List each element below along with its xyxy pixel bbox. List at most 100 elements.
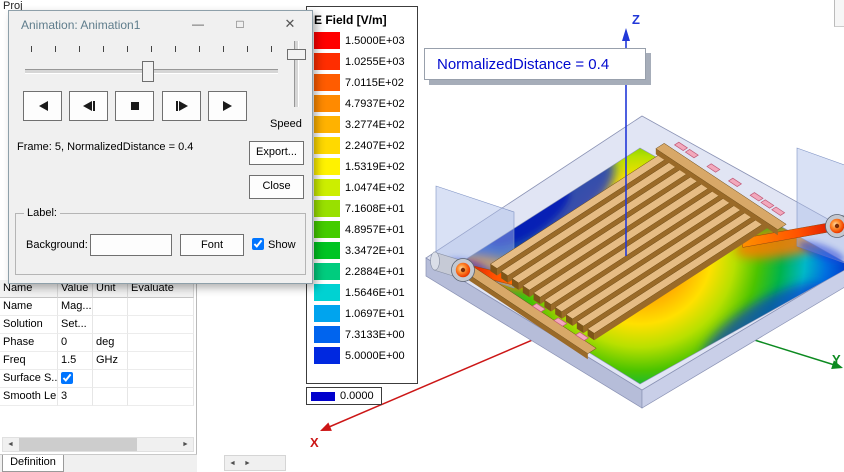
export-button[interactable]: Export... bbox=[249, 141, 304, 165]
scroll-left-icon[interactable]: ◄ bbox=[3, 438, 18, 451]
table-row[interactable]: Smooth Le... 3 bbox=[0, 388, 196, 406]
close-button[interactable]: Close bbox=[249, 175, 304, 199]
legend-color-swatch bbox=[314, 326, 340, 343]
application-window: Z X Y NormalizedDistance = 0.4 E Field [… bbox=[0, 0, 844, 472]
speed-slider-thumb[interactable] bbox=[287, 49, 306, 60]
scrollbar-track[interactable] bbox=[18, 438, 178, 451]
prop-evaluated[interactable] bbox=[128, 352, 194, 370]
legend-color-swatch bbox=[314, 305, 340, 322]
prop-evaluated[interactable] bbox=[128, 298, 194, 316]
properties-panel: Name Value Unit Evaluate Name Mag... Sol… bbox=[0, 278, 197, 472]
step-forward-button[interactable] bbox=[162, 91, 201, 121]
legend-value: 7.1608E+01 bbox=[345, 203, 405, 215]
prop-name[interactable]: Smooth Le... bbox=[0, 388, 58, 406]
step-back-button[interactable] bbox=[69, 91, 108, 121]
legend-color-swatch bbox=[314, 242, 340, 259]
legend-value: 2.2407E+02 bbox=[345, 140, 405, 152]
normalized-distance-label[interactable]: NormalizedDistance = 0.4 bbox=[424, 48, 646, 80]
scroll-right-icon[interactable]: ► bbox=[178, 438, 193, 451]
speed-label: Speed bbox=[270, 118, 302, 130]
legend-value: 7.0115E+02 bbox=[345, 77, 404, 89]
close-icon[interactable]: ✕ bbox=[277, 14, 303, 34]
viewport-scroll-fragment[interactable]: ◄ ► bbox=[224, 455, 286, 471]
prop-value[interactable]: 0 bbox=[58, 334, 93, 352]
prop-name[interactable]: Freq bbox=[0, 352, 58, 370]
legend-entry: 3.2774E+02 bbox=[314, 114, 417, 135]
table-row[interactable]: Name Mag... bbox=[0, 298, 196, 316]
legend-color-swatch bbox=[314, 137, 340, 154]
prop-evaluated[interactable] bbox=[128, 334, 194, 352]
port-plane-right bbox=[797, 148, 844, 267]
frame-slider-thumb[interactable] bbox=[142, 61, 154, 82]
prop-value[interactable]: Mag... bbox=[58, 298, 93, 316]
annotation-text: NormalizedDistance = 0.4 bbox=[437, 56, 609, 73]
prop-unit[interactable] bbox=[93, 370, 128, 388]
play-forward-icon bbox=[221, 100, 235, 112]
animation-dialog[interactable]: Animation: Animation1 — □ ✕ Speed Frame:… bbox=[8, 10, 313, 284]
stop-button[interactable] bbox=[115, 91, 154, 121]
play-reverse-button[interactable] bbox=[23, 91, 62, 121]
scrollbar-thumb[interactable] bbox=[19, 438, 137, 451]
minimize-icon[interactable]: — bbox=[185, 14, 211, 34]
legend-entry: 7.0115E+02 bbox=[314, 72, 417, 93]
legend-value: 1.0474E+02 bbox=[345, 182, 405, 194]
step-forward-icon bbox=[175, 100, 189, 112]
legend-value: 4.8957E+01 bbox=[345, 224, 405, 236]
legend-entry: 1.5000E+03 bbox=[314, 30, 417, 51]
panel-fragment bbox=[834, 0, 844, 27]
maximize-icon[interactable]: □ bbox=[227, 14, 253, 34]
legend-value: 1.5319E+02 bbox=[345, 161, 405, 173]
prop-value[interactable]: Set... bbox=[58, 316, 93, 334]
legend-color-swatch bbox=[314, 53, 340, 70]
legend-entry: 4.7937E+02 bbox=[314, 93, 417, 114]
prop-unit[interactable] bbox=[93, 298, 128, 316]
table-row[interactable]: Surface S... bbox=[0, 370, 196, 388]
table-row[interactable]: Freq 1.5 GHz bbox=[0, 352, 196, 370]
show-label-checkbox[interactable] bbox=[252, 238, 264, 250]
prop-unit[interactable]: GHz bbox=[93, 352, 128, 370]
font-button[interactable]: Font bbox=[180, 234, 244, 256]
legend-color-swatch bbox=[314, 347, 340, 364]
background-color-button[interactable] bbox=[90, 234, 172, 256]
legend-color-swatch bbox=[314, 221, 340, 238]
prop-evaluated[interactable] bbox=[128, 370, 194, 388]
field-legend: E Field [V/m] 1.5000E+03 1.0255E+03 7.01… bbox=[306, 6, 418, 384]
legend-color-swatch bbox=[314, 74, 340, 91]
prop-evaluated[interactable] bbox=[128, 316, 194, 334]
label-group-caption: Label: bbox=[24, 207, 60, 219]
properties-hscrollbar[interactable]: ◄ ► bbox=[2, 437, 194, 452]
scroll-right-icon[interactable]: ► bbox=[240, 457, 255, 470]
prop-unit[interactable] bbox=[93, 388, 128, 406]
scroll-left-icon[interactable]: ◄ bbox=[225, 457, 240, 470]
table-row[interactable]: Solution Set... bbox=[0, 316, 196, 334]
prop-name[interactable]: Surface S... bbox=[0, 370, 58, 388]
play-reverse-icon bbox=[36, 100, 50, 112]
legend-entry: 1.0255E+03 bbox=[314, 51, 417, 72]
axis-y-label: Y bbox=[832, 352, 841, 367]
legend-entry: 1.5646E+01 bbox=[314, 282, 417, 303]
prop-evaluated[interactable] bbox=[128, 388, 194, 406]
prop-name[interactable]: Solution bbox=[0, 316, 58, 334]
prop-value[interactable]: 3 bbox=[58, 388, 93, 406]
prop-name[interactable]: Name bbox=[0, 298, 58, 316]
legend-entry: 2.2407E+02 bbox=[314, 135, 417, 156]
legend-value: 7.3133E+00 bbox=[345, 329, 405, 341]
properties-tabbar: Definition bbox=[0, 454, 197, 472]
prop-value[interactable] bbox=[58, 370, 93, 388]
table-row[interactable]: Phase 0 deg bbox=[0, 334, 196, 352]
legend-entry: 1.5319E+02 bbox=[314, 156, 417, 177]
prop-name[interactable]: Phase bbox=[0, 334, 58, 352]
tab-definition[interactable]: Definition bbox=[2, 455, 64, 472]
label-groupbox: Label: Background: Font Show bbox=[15, 213, 306, 275]
legend-entry: 3.3472E+01 bbox=[314, 240, 417, 261]
prop-value[interactable]: 1.5 bbox=[58, 352, 93, 370]
legend-value: 2.2884E+01 bbox=[345, 266, 405, 278]
prop-unit[interactable]: deg bbox=[93, 334, 128, 352]
prop-unit[interactable] bbox=[93, 316, 128, 334]
legend-entry: 7.1608E+01 bbox=[314, 198, 417, 219]
surface-smoothing-checkbox[interactable] bbox=[61, 372, 73, 384]
legend-color-swatch bbox=[314, 32, 340, 49]
legend-value: 1.0697E+01 bbox=[345, 308, 405, 320]
play-forward-button[interactable] bbox=[208, 91, 247, 121]
legend-color-swatch bbox=[314, 116, 340, 133]
